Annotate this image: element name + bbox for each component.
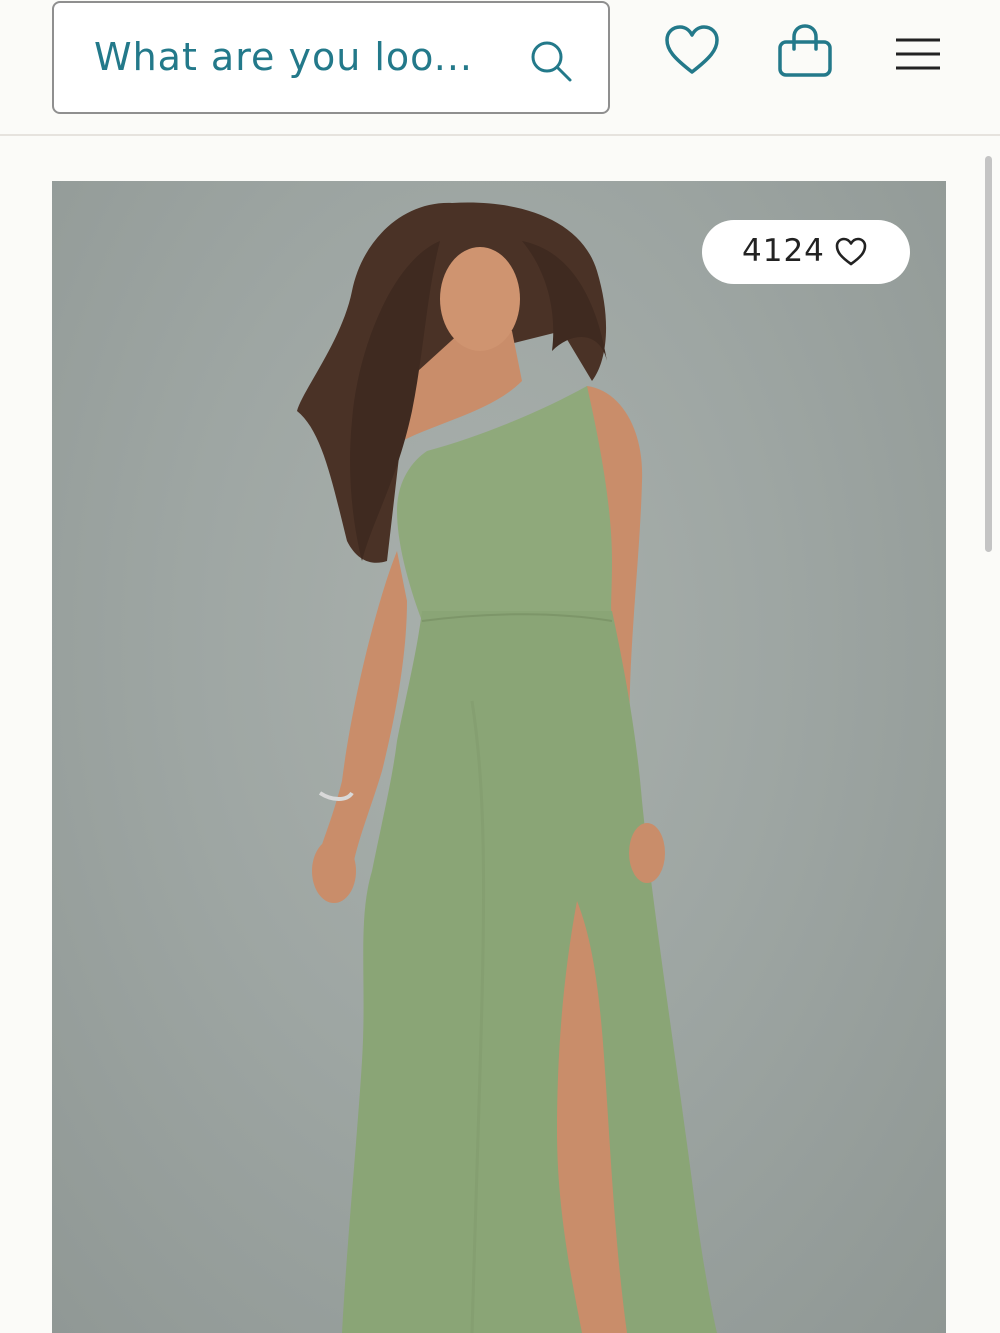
search-icon[interactable]	[528, 38, 574, 84]
heart-icon[interactable]	[664, 24, 720, 80]
scrollbar[interactable]	[985, 156, 992, 552]
search-placeholder: What are you loo...	[94, 35, 473, 79]
shopping-bag-icon[interactable]	[776, 22, 834, 80]
search-input[interactable]: What are you loo...	[52, 1, 610, 114]
likes-badge[interactable]: 4124	[702, 220, 910, 284]
heart-outline-icon	[835, 237, 867, 266]
likes-count: 4124	[742, 233, 825, 269]
site-header: What are you loo...	[0, 0, 1000, 136]
model-illustration	[297, 202, 717, 1333]
hamburger-menu-icon[interactable]	[893, 24, 943, 80]
product-image[interactable]	[52, 181, 946, 1333]
